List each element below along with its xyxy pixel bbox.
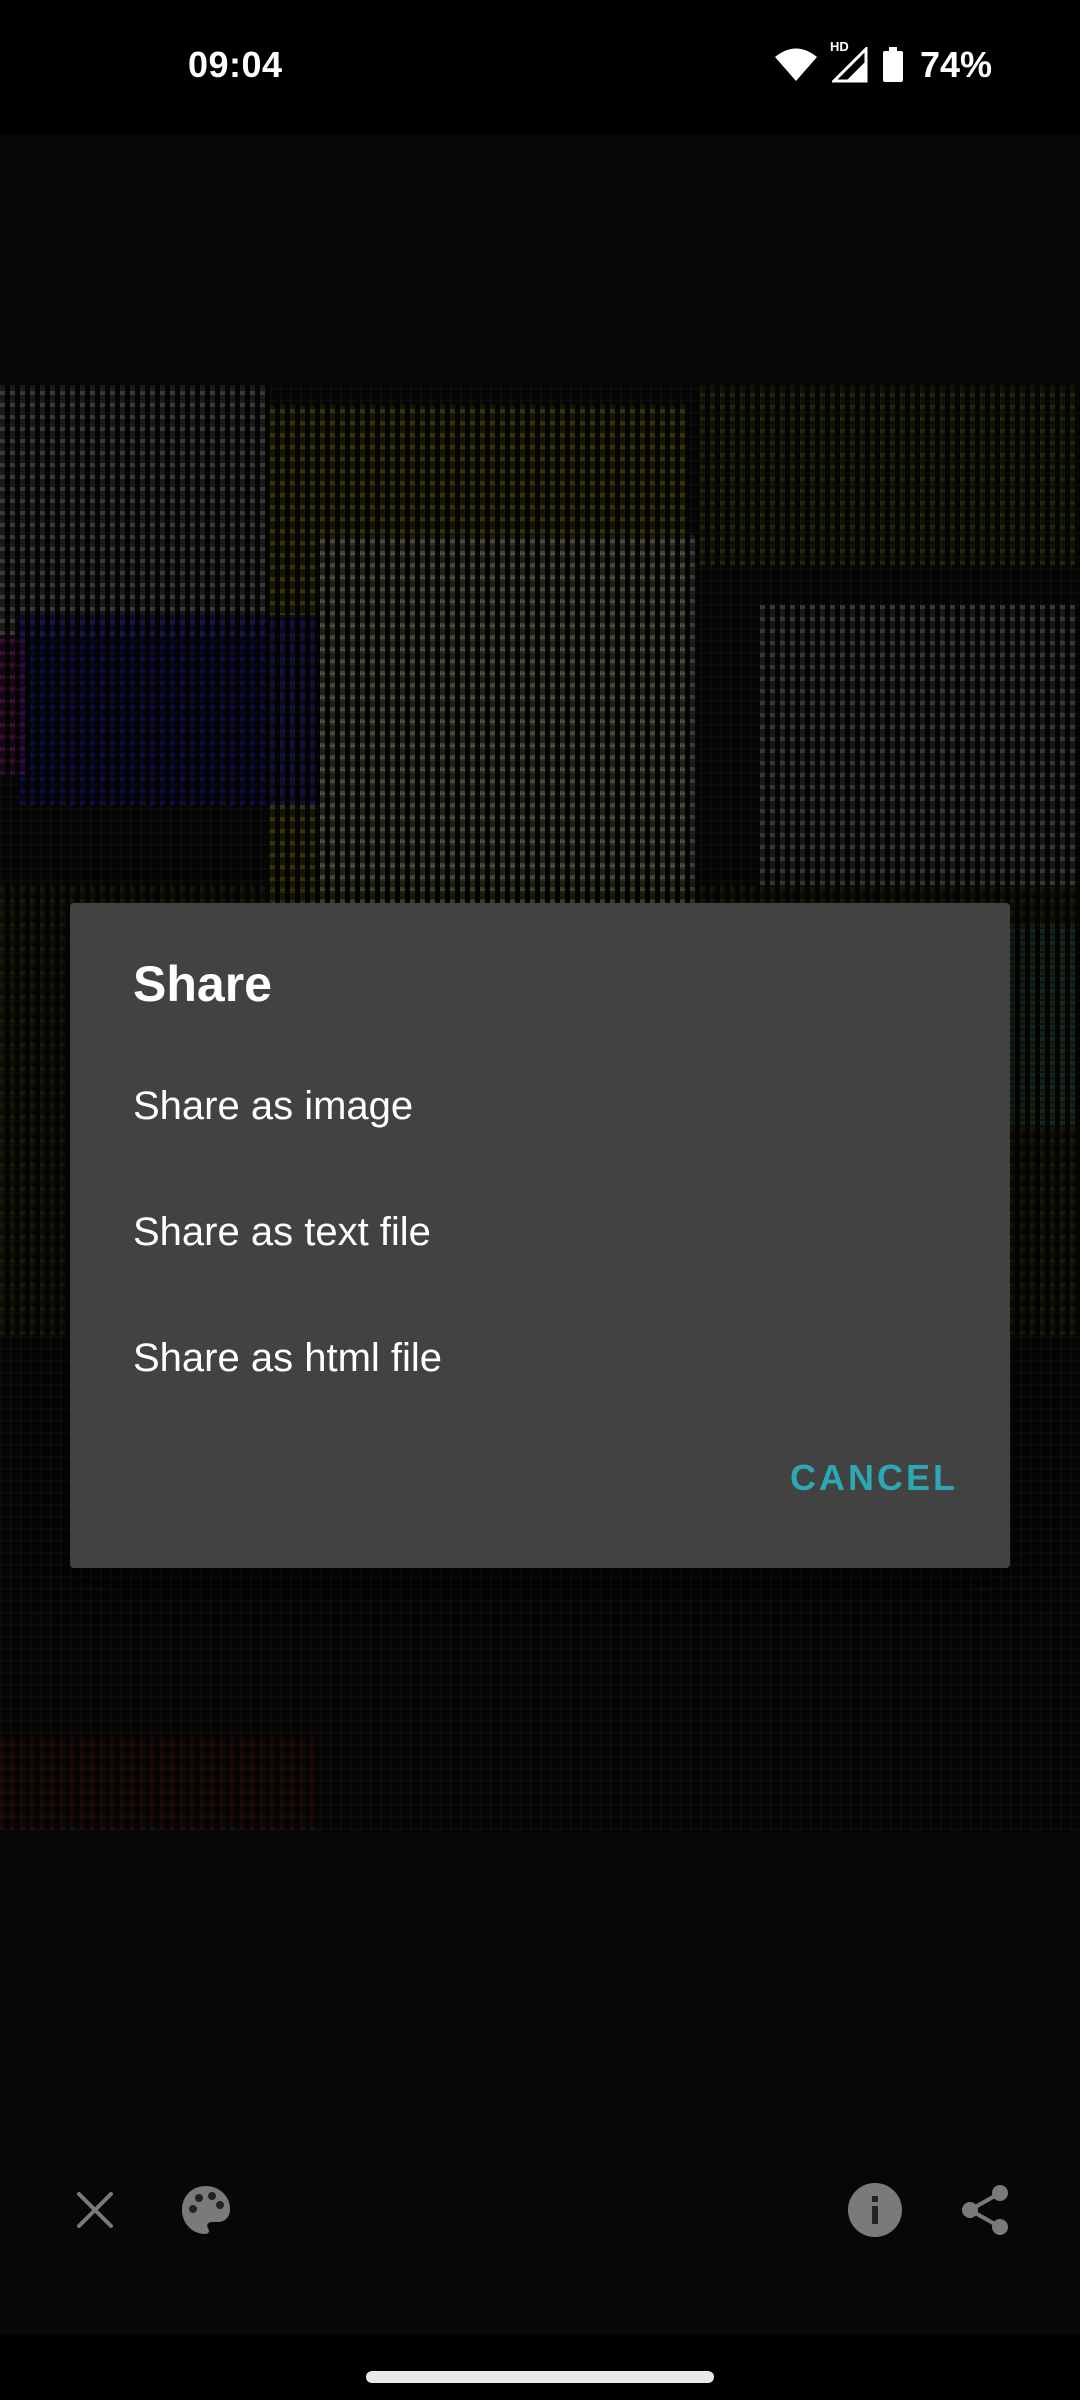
cancel-button[interactable]: CANCEL: [790, 1443, 958, 1513]
cellular-signal-icon: HD: [830, 39, 868, 83]
info-icon[interactable]: [843, 2178, 907, 2242]
navigation-bar: [0, 2335, 1080, 2400]
bottom-toolbar: [0, 2140, 1080, 2280]
wifi-icon: [774, 48, 818, 82]
home-gesture-handle[interactable]: [366, 2371, 714, 2383]
status-bar: 09:04 HD 74%: [0, 0, 1080, 135]
share-dialog: Share Share as image Share as text file …: [70, 903, 1010, 1568]
share-as-html-file-option[interactable]: Share as html file: [70, 1295, 1010, 1421]
status-icons: HD 74%: [774, 39, 992, 86]
dialog-title: Share: [133, 956, 272, 1012]
share-icon[interactable]: [953, 2178, 1017, 2242]
status-time: 09:04: [188, 44, 283, 85]
battery-icon: [882, 47, 904, 83]
battery-percentage: 74%: [919, 44, 992, 85]
network-badge: HD: [829, 39, 849, 54]
close-icon[interactable]: [63, 2178, 127, 2242]
palette-icon[interactable]: [174, 2178, 238, 2242]
share-as-text-file-option[interactable]: Share as text file: [70, 1169, 1010, 1295]
share-as-image-option[interactable]: Share as image: [70, 1043, 1010, 1169]
